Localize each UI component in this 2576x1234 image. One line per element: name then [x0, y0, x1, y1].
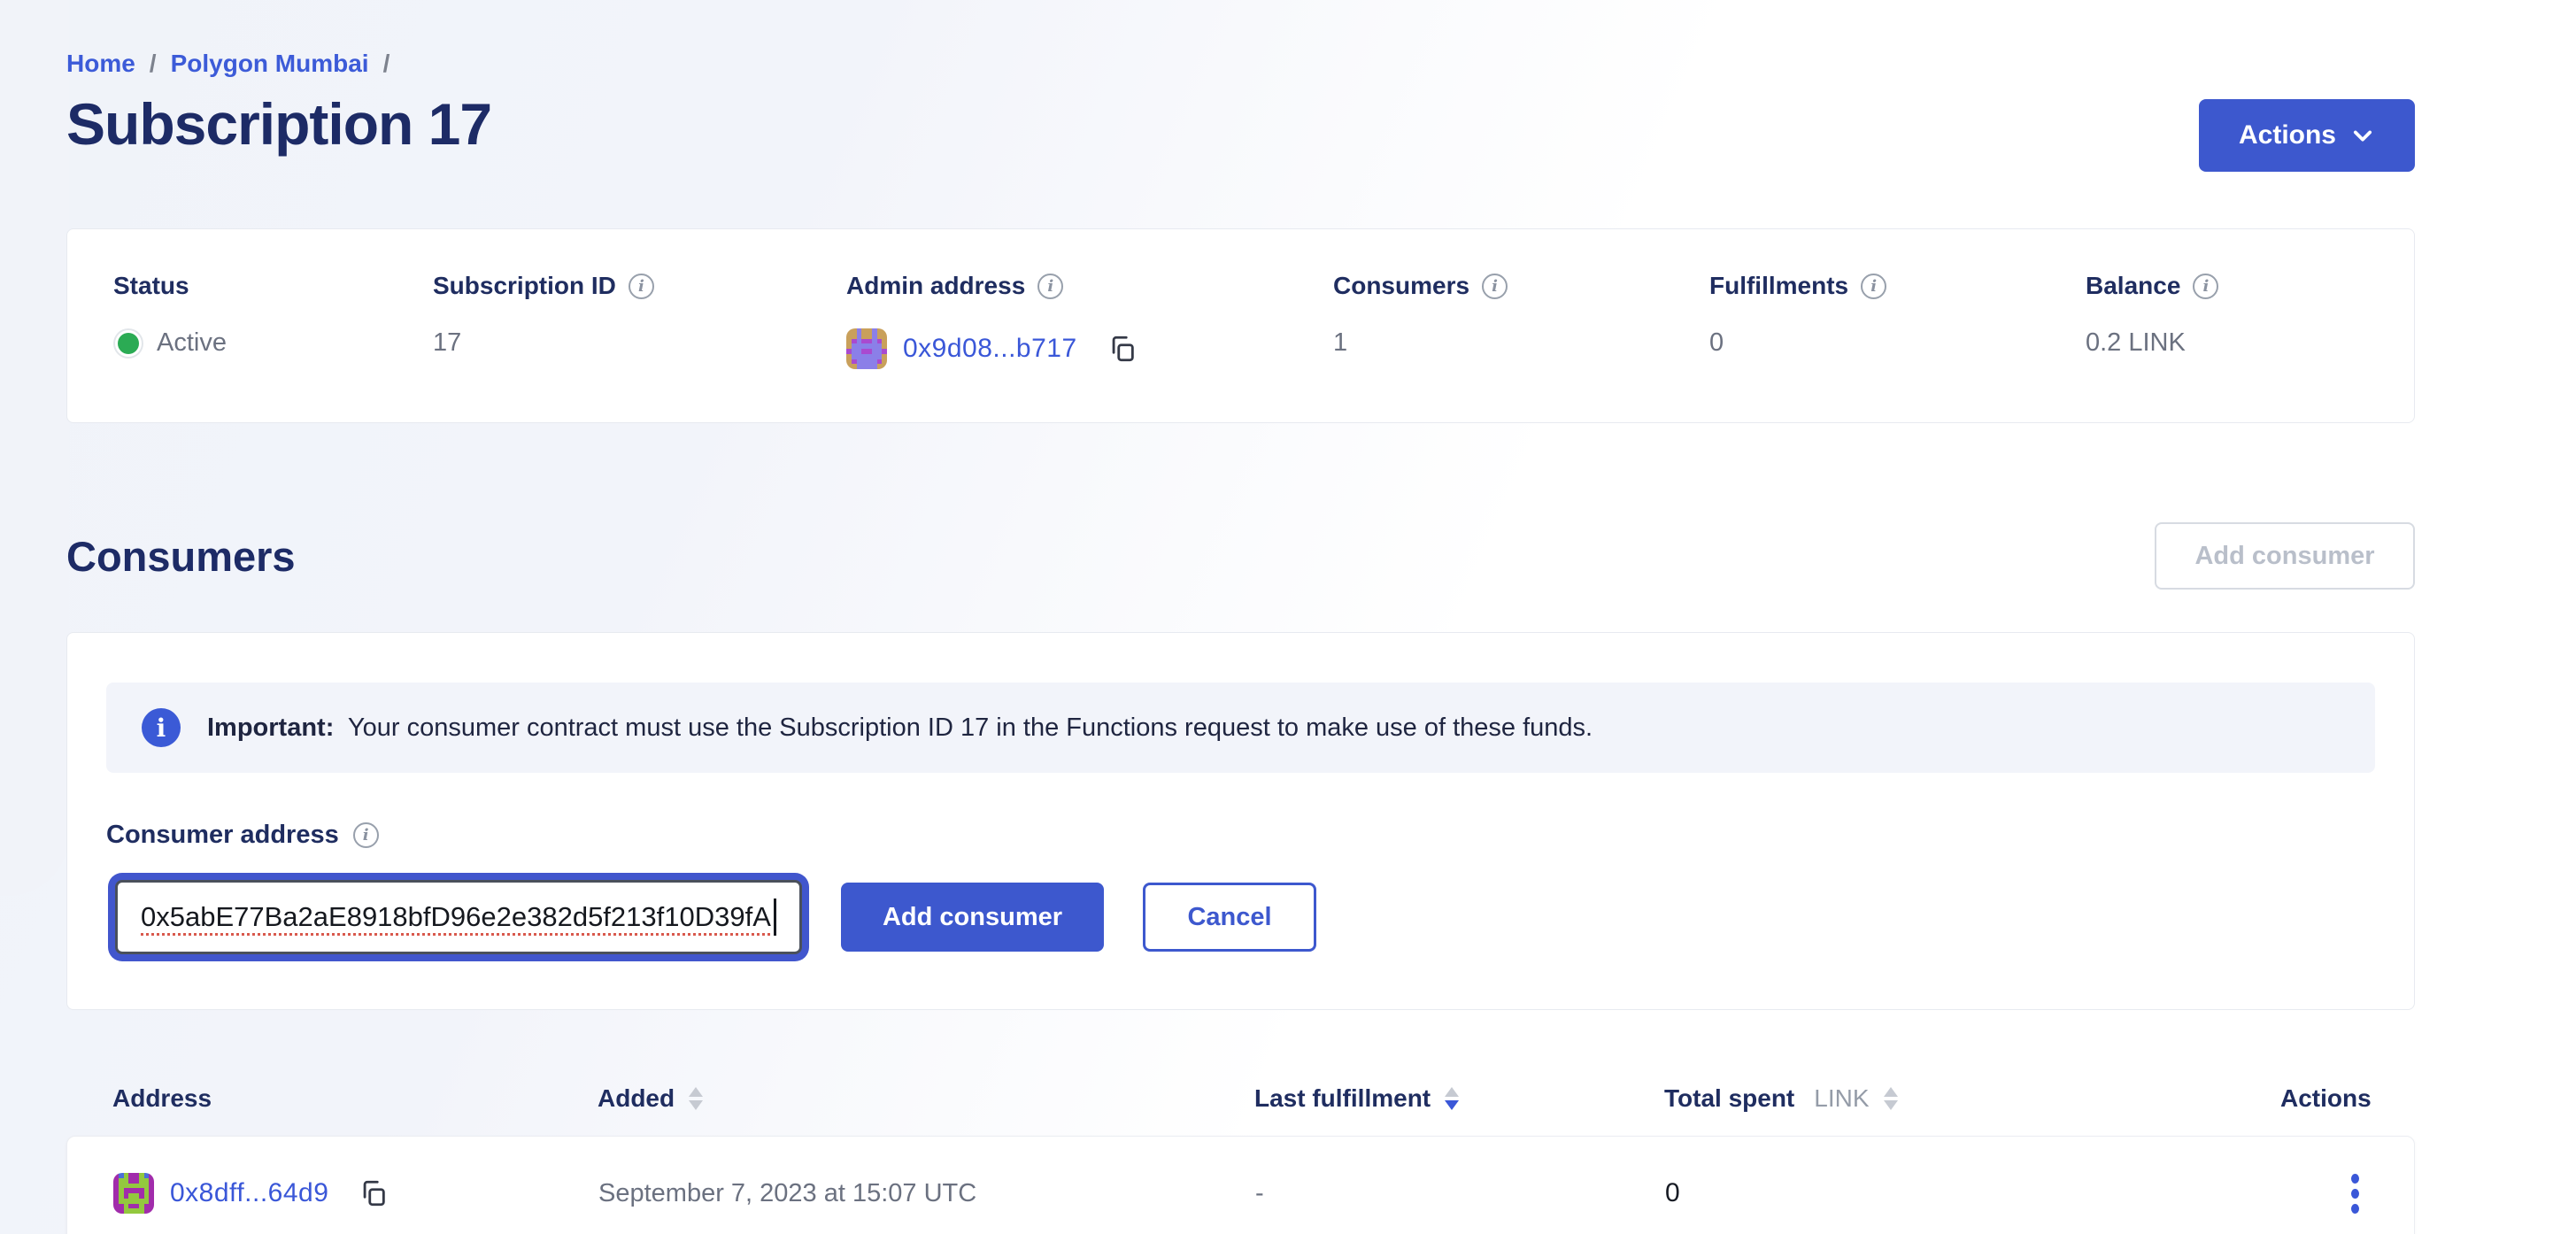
breadcrumb-network-link[interactable]: Polygon Mumbai	[171, 50, 369, 78]
added-date: September 7, 2023 at 15:07 UTC	[598, 1179, 976, 1208]
field-consumers: Consumers i 1	[1333, 272, 1709, 369]
field-status: Status Active	[113, 272, 433, 369]
total-spent-value: 0	[1665, 1178, 1680, 1208]
field-label-text: Admin address	[846, 272, 1025, 300]
field-balance: Balance i 0.2 LINK	[2086, 272, 2414, 369]
subscription-overview-card: Status Active Subscription ID i 17 Admin…	[66, 228, 2415, 423]
last-fulfillment-value: -	[1255, 1179, 1264, 1208]
info-icon[interactable]: i	[1037, 274, 1063, 299]
kebab-dot	[2351, 1189, 2359, 1199]
copy-icon	[1107, 334, 1138, 364]
chevron-down-icon	[2350, 123, 2375, 148]
copy-icon	[359, 1178, 389, 1208]
total-spent-cell: 0	[1665, 1178, 2281, 1208]
field-label-text: Balance	[2086, 272, 2180, 300]
info-icon[interactable]: i	[1861, 274, 1886, 299]
field-label-text: Subscription ID	[433, 272, 616, 300]
text-cursor	[774, 899, 776, 936]
info-icon[interactable]: i	[1482, 274, 1508, 299]
field-label-text: Status	[113, 272, 189, 300]
status-text: Active	[157, 328, 227, 358]
page-title: Subscription 17	[66, 90, 491, 158]
info-filled-icon: i	[142, 708, 181, 747]
consumer-address-form: 0x5abE77Ba2aE8918bfD96e2e382d5f213f10D39…	[106, 880, 2375, 954]
actions-button[interactable]: Actions	[2199, 99, 2415, 172]
field-fulfillments: Fulfillments i 0	[1709, 272, 2086, 369]
add-consumer-top-button[interactable]: Add consumer	[2155, 522, 2415, 590]
consumer-address-label-text: Consumer address	[106, 821, 339, 850]
last-fulfillment-cell: -	[1255, 1179, 1665, 1208]
admin-address-avatar	[846, 328, 887, 369]
column-label: Total spent	[1664, 1084, 1794, 1113]
sort-icon[interactable]	[1884, 1087, 1898, 1110]
consumers-heading: Consumers	[66, 532, 296, 581]
breadcrumb-separator: /	[383, 50, 390, 78]
banner-text: Important: Your consumer contract must u…	[207, 713, 1593, 743]
banner-body-text: Your consumer contract must use the Subs…	[348, 713, 1593, 742]
balance-value: 0.2 LINK	[2086, 328, 2186, 358]
breadcrumb: Home / Polygon Mumbai /	[66, 50, 2415, 78]
consumer-avatar	[113, 1173, 154, 1214]
row-actions-cell	[2281, 1165, 2414, 1222]
info-icon[interactable]: i	[629, 274, 654, 299]
table-header-row: Address Added Last fulfillment Total spe…	[66, 1076, 2415, 1122]
important-banner: i Important: Your consumer contract must…	[106, 683, 2375, 773]
info-icon[interactable]: i	[353, 822, 379, 848]
consumers-count: 1	[1333, 328, 1347, 358]
admin-address-link[interactable]: 0x9d08...b717	[903, 334, 1077, 364]
field-admin-address: Admin address i 0x9d08...b717	[846, 272, 1333, 369]
column-header-added[interactable]: Added	[598, 1084, 1254, 1113]
consumer-address-input-value: 0x5abE77Ba2aE8918bfD96e2e382d5f213f10D39…	[141, 901, 771, 933]
consumer-address-link[interactable]: 0x8dff...64d9	[170, 1178, 328, 1208]
breadcrumb-home-link[interactable]: Home	[66, 50, 135, 78]
column-label: Actions	[2280, 1084, 2372, 1113]
page-header: Subscription 17 Actions	[66, 90, 2415, 172]
sort-icon[interactable]	[689, 1087, 703, 1110]
kebab-dot	[2351, 1204, 2359, 1214]
column-unit-label: LINK	[1814, 1084, 1869, 1113]
page: Home / Polygon Mumbai / Subscription 17 …	[0, 0, 2415, 1234]
status-active-dot	[118, 333, 139, 354]
field-status-label: Status	[113, 272, 433, 300]
sort-icon-active-desc[interactable]	[1445, 1087, 1459, 1110]
column-label: Address	[112, 1084, 212, 1113]
copy-address-button[interactable]	[359, 1178, 389, 1208]
table-row: 0x8dff...64d9 September 7, 2023 at 15:07…	[66, 1136, 2415, 1234]
column-header-total-spent[interactable]: Total spent LINK	[1664, 1084, 2280, 1113]
field-label-text: Fulfillments	[1709, 272, 1848, 300]
add-consumer-submit-button[interactable]: Add consumer	[841, 883, 1104, 952]
kebab-dot	[2351, 1174, 2359, 1184]
column-label: Added	[598, 1084, 675, 1113]
breadcrumb-separator: /	[150, 50, 157, 78]
field-label-text: Consumers	[1333, 272, 1469, 300]
consumers-section-header: Consumers Add consumer	[66, 522, 2415, 590]
banner-bold-text: Important:	[207, 713, 334, 742]
column-header-last-fulfillment[interactable]: Last fulfillment	[1254, 1084, 1664, 1113]
column-header-address: Address	[66, 1084, 598, 1113]
info-icon[interactable]: i	[2193, 274, 2218, 299]
cancel-button[interactable]: Cancel	[1143, 883, 1316, 952]
add-consumer-card: i Important: Your consumer contract must…	[66, 632, 2415, 1010]
consumer-address-label: Consumer address i	[106, 821, 2375, 850]
fulfillments-count: 0	[1709, 328, 1724, 358]
copy-address-button[interactable]	[1107, 334, 1138, 364]
column-header-actions: Actions	[2280, 1084, 2418, 1113]
row-actions-menu-button[interactable]	[2342, 1165, 2368, 1222]
status-value: Active	[113, 328, 433, 358]
column-label: Last fulfillment	[1254, 1084, 1431, 1113]
consumers-table: Address Added Last fulfillment Total spe…	[66, 1076, 2415, 1234]
consumer-address-input[interactable]: 0x5abE77Ba2aE8918bfD96e2e382d5f213f10D39…	[115, 880, 802, 954]
consumer-address-cell: 0x8dff...64d9	[67, 1173, 598, 1214]
added-cell: September 7, 2023 at 15:07 UTC	[598, 1179, 1255, 1208]
subscription-id-value: 17	[433, 328, 461, 358]
actions-button-label: Actions	[2239, 120, 2336, 150]
field-subscription-id: Subscription ID i 17	[433, 272, 846, 369]
